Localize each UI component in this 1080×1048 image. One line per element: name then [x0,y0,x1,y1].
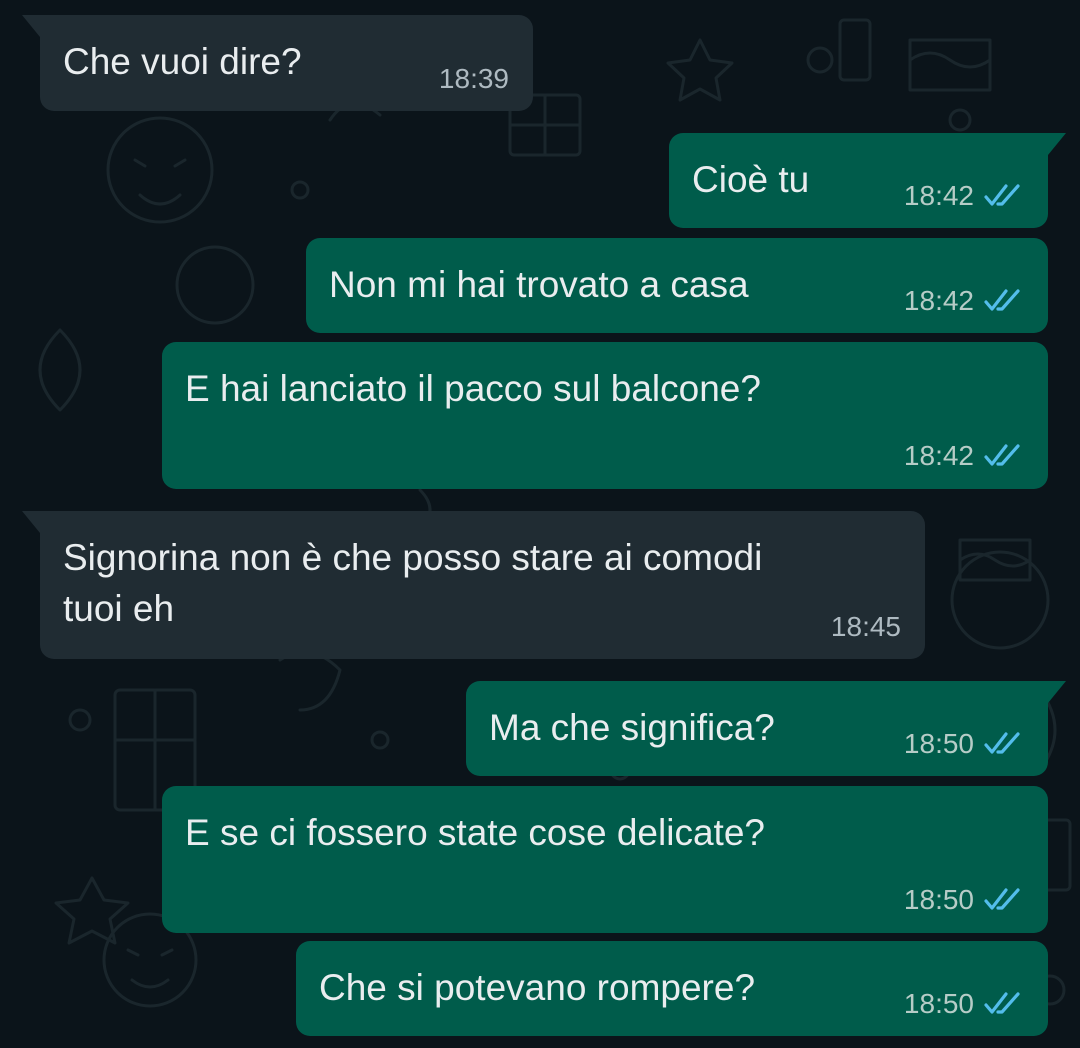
message-outgoing[interactable]: Che si potevano rompere? 18:50 [296,941,1048,1036]
message-text: Che vuoi dire? [63,41,302,82]
message-timestamp: 18:39 [438,63,509,94]
message-timestamp: 18:50 [903,728,974,759]
message-meta: 18:45 [831,610,901,644]
message-timestamp: 18:45 [830,611,901,642]
message-text: E se ci fossero state cose delicate? [185,812,765,853]
message-meta: 18:50 [904,727,1024,761]
message-outgoing[interactable]: Cioè tu 18:42 [669,133,1066,228]
double-check-icon [984,444,1020,466]
message-timestamp: 18:42 [903,285,974,316]
message-text-line-2: tuoi eh [63,588,175,629]
message-timestamp: 18:50 [903,884,974,915]
chat-thread: Che vuoi dire? 18:39 Cioè tu 18:42 Non m… [0,0,1080,1048]
message-meta: 18:42 [904,439,1024,473]
double-check-icon [984,992,1020,1014]
message-outgoing[interactable]: E hai lanciato il pacco sul balcone? 18:… [162,342,1048,489]
message-text-line-1: Signorina non è che posso stare ai comod… [63,537,763,578]
message-incoming[interactable]: Che vuoi dire? 18:39 [22,15,533,111]
message-meta: 18:42 [904,284,1024,318]
message-text: Ma che significa? [489,707,775,748]
message-text: Cioè tu [692,159,810,200]
message-outgoing[interactable]: Ma che significa? 18:50 [466,681,1066,776]
message-timestamp: 18:42 [903,180,974,211]
message-text: Che si potevano rompere? [319,967,756,1008]
double-check-icon [984,732,1020,754]
message-timestamp: 18:50 [903,988,974,1019]
double-check-icon [984,289,1020,311]
message-outgoing[interactable]: Non mi hai trovato a casa 18:42 [306,238,1048,333]
message-meta: 18:50 [904,883,1024,917]
message-timestamp: 18:42 [903,440,974,471]
message-meta: 18:50 [904,987,1024,1021]
double-check-icon [984,184,1020,206]
message-outgoing[interactable]: E se ci fossero state cose delicate? 18:… [162,786,1048,933]
message-meta: 18:42 [904,179,1024,213]
message-text: Non mi hai trovato a casa [329,264,749,305]
message-incoming[interactable]: Signorina non è che posso stare ai comod… [22,511,925,659]
double-check-icon [984,888,1020,910]
message-text: E hai lanciato il pacco sul balcone? [185,368,761,409]
message-meta: 18:39 [439,62,509,96]
